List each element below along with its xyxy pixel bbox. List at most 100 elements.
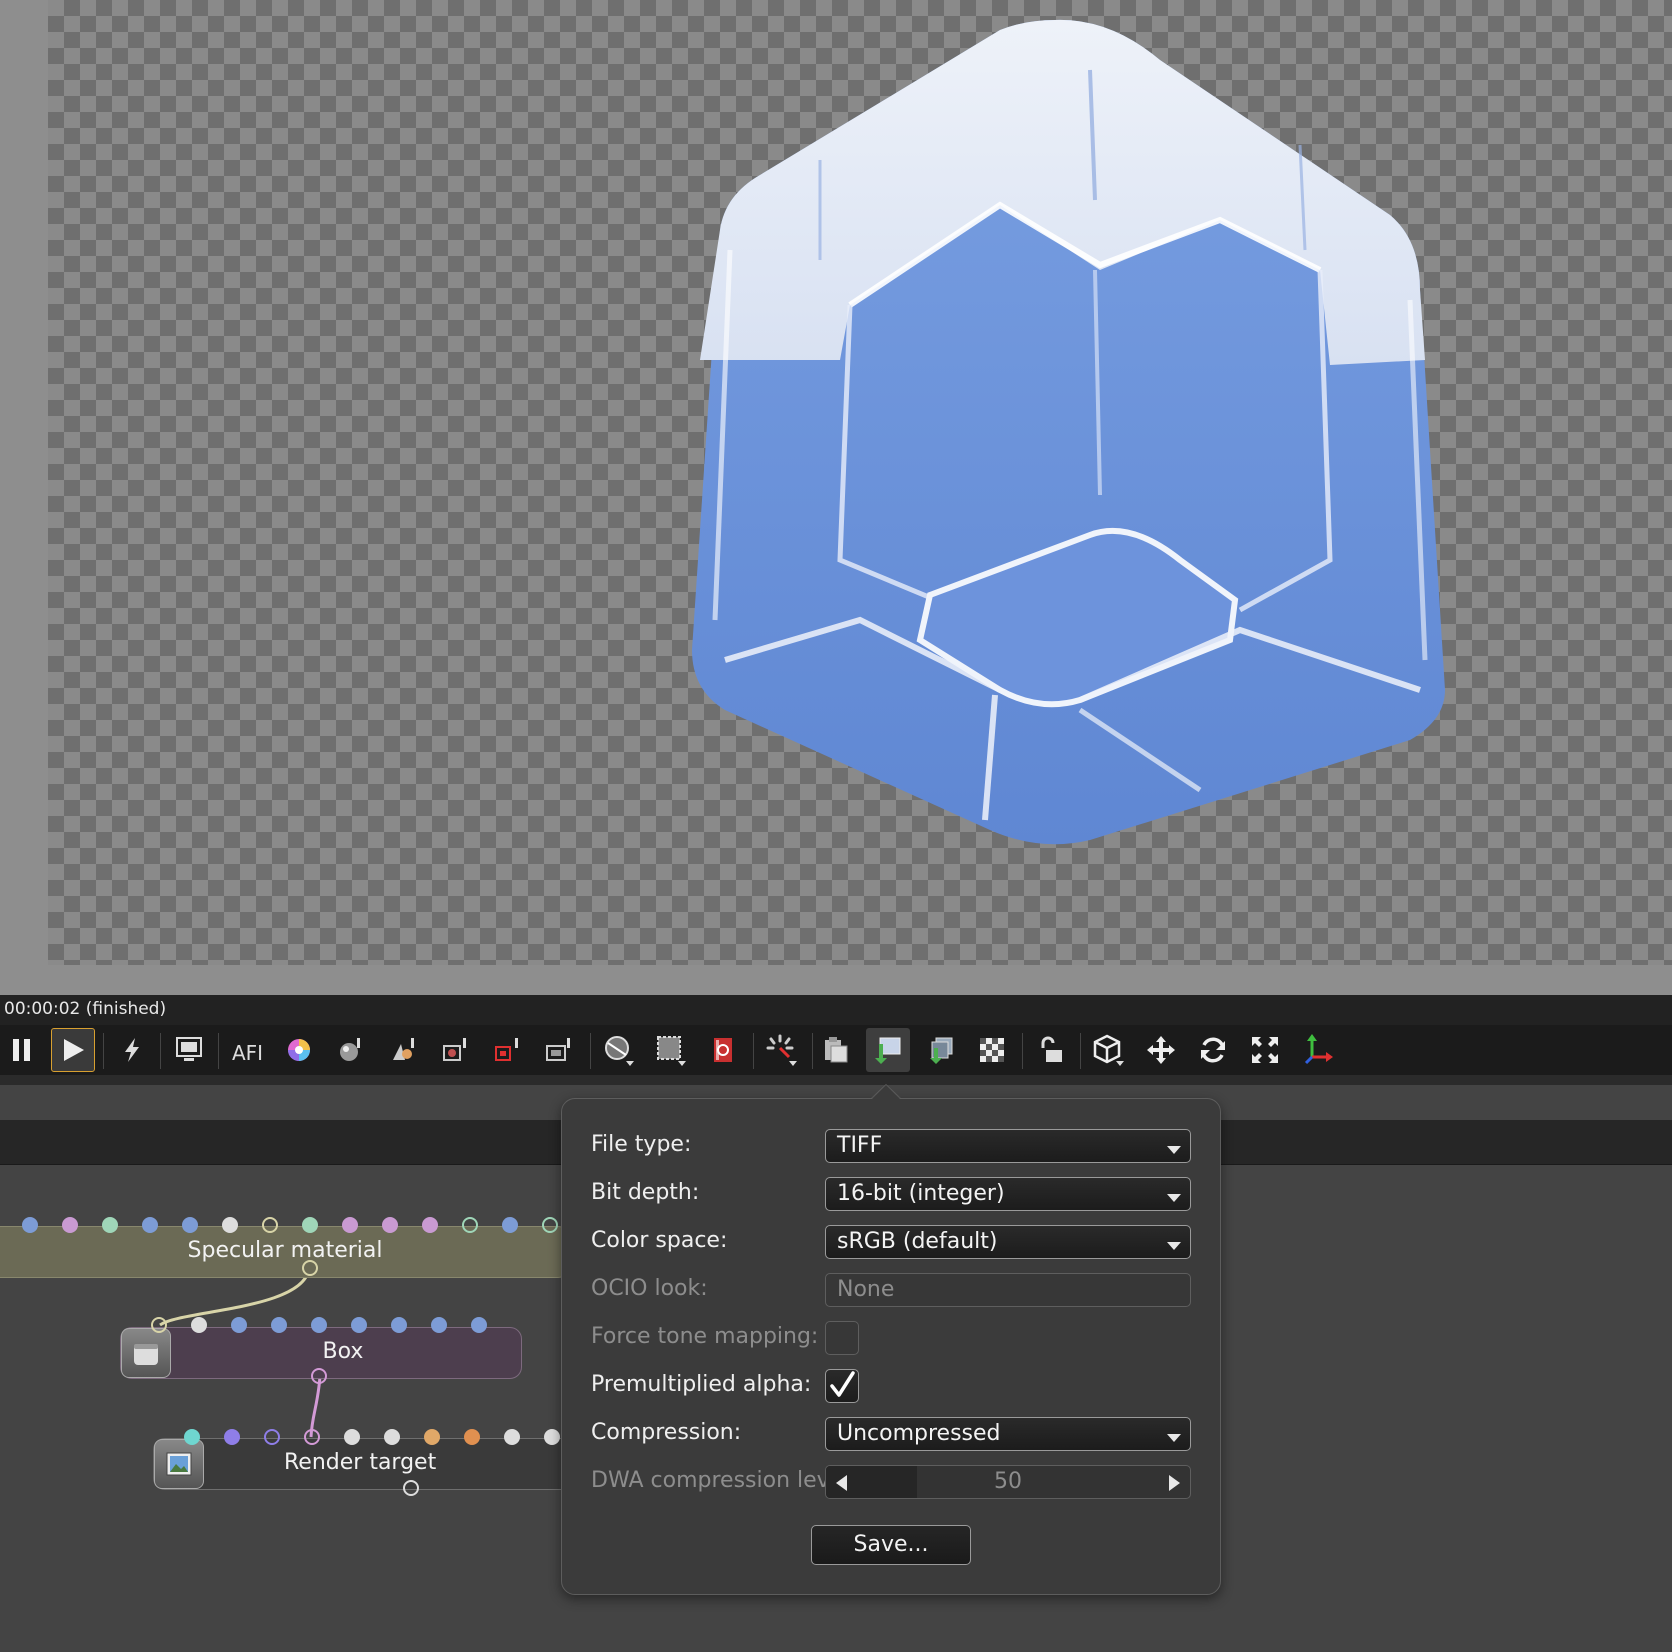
specular-input-pin[interactable]: [142, 1217, 158, 1233]
fit-view-button[interactable]: [1243, 1028, 1287, 1072]
fullscreen-icon: [1252, 1037, 1278, 1063]
specular-output-pin[interactable]: [302, 1260, 318, 1276]
popup-pointer-fill: [872, 1085, 900, 1099]
ocio-look-field: None: [825, 1273, 1191, 1307]
background-alpha-icon: [980, 1038, 1004, 1062]
specular-input-pin[interactable]: [262, 1217, 278, 1233]
save-button[interactable]: Save...: [811, 1525, 971, 1565]
afi-button[interactable]: AFI: [225, 1028, 269, 1072]
premultiplied-alpha-checkbox[interactable]: [825, 1369, 859, 1403]
export-passes-button[interactable]: [918, 1028, 962, 1072]
specular-input-pin[interactable]: [302, 1217, 318, 1233]
specular-input-pin[interactable]: [462, 1217, 478, 1233]
render-toolbar: AFI: [0, 1025, 1672, 1075]
render-priority-icon: [766, 1034, 797, 1066]
box-input-pin[interactable]: [151, 1317, 167, 1333]
copy-to-clipboard-button[interactable]: [814, 1028, 858, 1072]
render-target-input-pin[interactable]: [264, 1429, 280, 1445]
image-icon: [166, 1452, 192, 1476]
orbit-button[interactable]: [1191, 1028, 1235, 1072]
specular-input-pin[interactable]: [222, 1217, 238, 1233]
focus-icon: [495, 1038, 518, 1061]
box-input-pin[interactable]: [471, 1317, 487, 1333]
afi-icon: AFI: [232, 1041, 263, 1065]
file-type-dropdown[interactable]: TIFF: [825, 1129, 1191, 1163]
camera-target-button[interactable]: [537, 1028, 581, 1072]
specular-input-pin[interactable]: [182, 1217, 198, 1233]
render-target-input-pin[interactable]: [544, 1429, 560, 1445]
specular-input-pin[interactable]: [422, 1217, 438, 1233]
color-picker-button[interactable]: [277, 1028, 321, 1072]
rendered-glass-cube: [692, 19, 1445, 845]
sphere-picker-button[interactable]: [329, 1028, 373, 1072]
specular-input-pin[interactable]: [342, 1217, 358, 1233]
restart-render-button[interactable]: [110, 1028, 154, 1072]
chevron-down-icon: [1167, 1146, 1181, 1154]
pause-button[interactable]: [0, 1028, 44, 1072]
render-target-node-icon: [154, 1439, 204, 1489]
box-input-pin[interactable]: [391, 1317, 407, 1333]
color-space-dropdown[interactable]: sRGB (default): [825, 1225, 1191, 1259]
specular-input-pin[interactable]: [382, 1217, 398, 1233]
material-picker-button[interactable]: [381, 1028, 425, 1072]
camera-view-button[interactable]: [1087, 1028, 1131, 1072]
object-picker-button[interactable]: [433, 1028, 477, 1072]
display-settings-button[interactable]: [167, 1028, 211, 1072]
render-target-input-pin[interactable]: [464, 1429, 480, 1445]
node-specular-material[interactable]: Specular material: [0, 1226, 570, 1278]
render-target-input-pin[interactable]: [344, 1429, 360, 1445]
save-render-icon: [875, 1037, 901, 1064]
render-target-input-pin[interactable]: [184, 1429, 200, 1445]
bit-depth-dropdown[interactable]: 16-bit (integer): [825, 1177, 1191, 1211]
axis-gizmo-button[interactable]: [1295, 1028, 1339, 1072]
box-input-pin[interactable]: [271, 1317, 287, 1333]
specular-input-pin[interactable]: [502, 1217, 518, 1233]
toolbar-divider: [0, 1075, 1672, 1085]
bit-depth-value: 16-bit (integer): [837, 1181, 1005, 1206]
focus-picker-button[interactable]: [485, 1028, 529, 1072]
render-target-input-pin[interactable]: [384, 1429, 400, 1445]
background-alpha-button[interactable]: [970, 1028, 1014, 1072]
compression-dropdown[interactable]: Uncompressed: [825, 1417, 1191, 1451]
box-input-pin[interactable]: [431, 1317, 447, 1333]
box-input-pin[interactable]: [311, 1317, 327, 1333]
render-target-input-pin[interactable]: [224, 1429, 240, 1445]
render-target-input-pin[interactable]: [424, 1429, 440, 1445]
box-input-pin[interactable]: [351, 1317, 367, 1333]
render-priority-button[interactable]: [760, 1028, 804, 1072]
box-input-pin[interactable]: [231, 1317, 247, 1333]
force-tone-mapping-label: Force tone mapping:: [591, 1324, 819, 1349]
clay-mode-button[interactable]: [597, 1028, 641, 1072]
render-target-input-pin[interactable]: [304, 1429, 320, 1445]
chevron-down-icon: [1167, 1194, 1181, 1202]
region-render-button[interactable]: [649, 1028, 693, 1072]
file-type-label: File type:: [591, 1132, 692, 1157]
specular-input-pin[interactable]: [22, 1217, 38, 1233]
lock-button[interactable]: [1029, 1028, 1073, 1072]
color-space-label: Color space:: [591, 1228, 728, 1253]
rotate-icon: [1201, 1037, 1225, 1063]
render-target-output-pin[interactable]: [403, 1480, 419, 1496]
increment-arrow-icon: [1169, 1475, 1180, 1491]
specular-input-pin[interactable]: [102, 1217, 118, 1233]
render-target-input-pin[interactable]: [504, 1429, 520, 1445]
film-region-button[interactable]: [701, 1028, 745, 1072]
node-render-target[interactable]: Render target: [153, 1438, 573, 1490]
compression-label: Compression:: [591, 1420, 742, 1445]
specular-input-pin[interactable]: [542, 1217, 558, 1233]
bit-depth-label: Bit depth:: [591, 1180, 700, 1205]
camera-target-icon: [546, 1038, 570, 1061]
render-viewport[interactable]: [0, 0, 1672, 995]
ocio-look-value: None: [837, 1277, 895, 1302]
save-render-popup: File type: TIFF Bit depth: 16-bit (integ…: [561, 1085, 1221, 1595]
specular-input-pin[interactable]: [62, 1217, 78, 1233]
pan-button[interactable]: [1139, 1028, 1183, 1072]
play-button[interactable]: [51, 1028, 95, 1072]
color-space-value: sRGB (default): [837, 1229, 998, 1254]
save-render-button[interactable]: [866, 1028, 910, 1072]
object-picker-icon: [443, 1038, 466, 1061]
box-output-pin[interactable]: [311, 1368, 327, 1384]
pause-icon: [13, 1039, 30, 1061]
box-input-pin[interactable]: [191, 1317, 207, 1333]
file-type-value: TIFF: [837, 1133, 883, 1158]
